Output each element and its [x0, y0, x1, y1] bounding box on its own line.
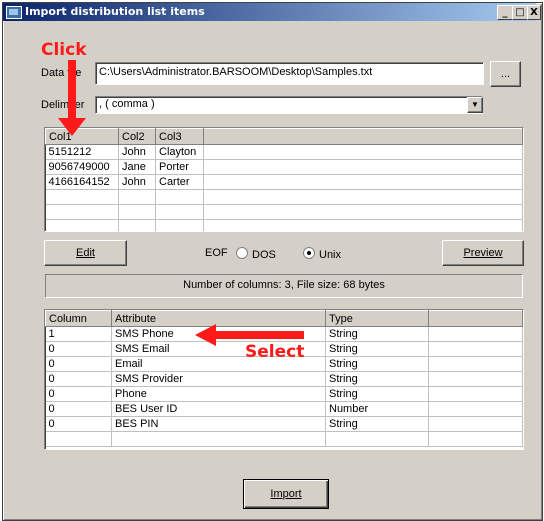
click-arrow-icon	[58, 60, 86, 136]
select-annotation: Select	[245, 342, 305, 362]
annotation-arrows	[58, 60, 304, 346]
